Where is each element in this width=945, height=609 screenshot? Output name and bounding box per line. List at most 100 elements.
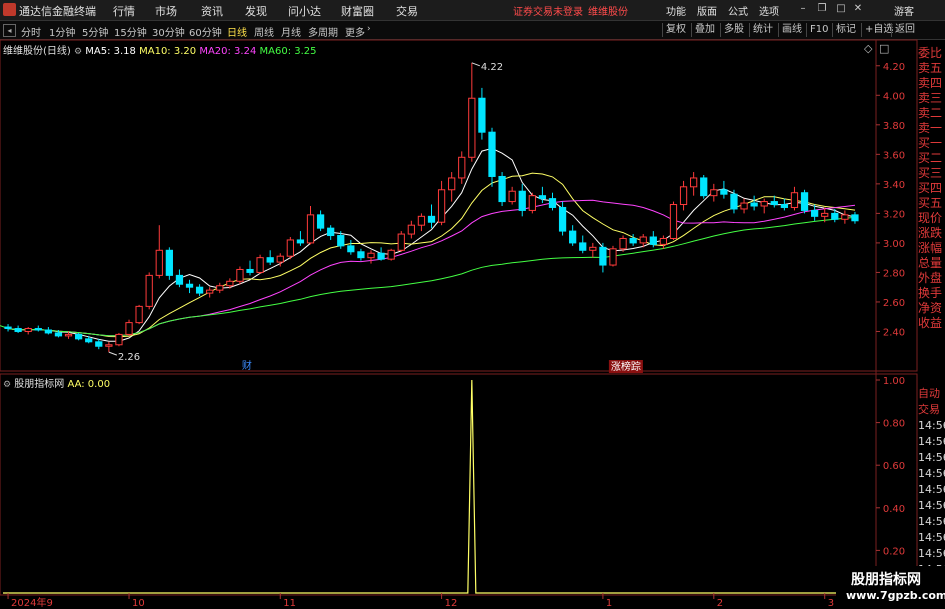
ma-lines <box>0 147 856 342</box>
y-tick-label: 3.80 <box>883 121 905 132</box>
indicator-toggle-icon[interactable]: ⚙ <box>3 380 11 390</box>
trade-time: 14:56 <box>918 435 945 448</box>
back-button[interactable]: 返回 <box>891 23 915 37</box>
maximize-icon[interactable]: □ <box>834 2 848 16</box>
quote-list: 委比 卖五 卖四 卖三 卖二 卖一 买一 买二 买三 买四 买五 现价 涨跌 涨… <box>918 46 945 331</box>
quote-item: 卖二 <box>918 106 943 120</box>
candle-body <box>85 338 93 343</box>
chart-settings-icon[interactable]: ◇ <box>864 42 872 55</box>
x-tick-label: 2 <box>717 598 723 609</box>
panel-close-icon[interactable]: □ <box>879 42 889 55</box>
menu-formula[interactable]: 公式 <box>728 3 748 18</box>
candle-body <box>760 201 768 207</box>
quote-item: 卖五 <box>918 61 943 75</box>
candle-body <box>74 333 83 340</box>
mark-button[interactable]: 标记 <box>832 23 856 37</box>
candle-body <box>357 251 365 259</box>
candles <box>4 62 859 353</box>
sub-panel-border <box>0 373 918 596</box>
candle-body <box>226 280 234 287</box>
sub-y-tick-label: 0.80 <box>883 419 905 430</box>
trade-time: 14:56 <box>918 451 945 464</box>
indicator-aa-label: AA: 0.00 <box>67 379 111 390</box>
quote-item: 卖三 <box>918 91 943 105</box>
menu-layout[interactable]: 版面 <box>697 3 717 18</box>
user-label[interactable]: 游客 <box>894 3 914 18</box>
tab-30min[interactable]: 30分钟 <box>152 24 185 39</box>
high-marker-line <box>471 62 481 67</box>
tab-60min[interactable]: 60分钟 <box>189 24 222 39</box>
quote-item: 净资 <box>918 301 943 315</box>
menu-function[interactable]: 功能 <box>666 3 686 18</box>
menu-market[interactable]: 市场 <box>155 3 177 19</box>
candle-body <box>750 202 758 207</box>
candle-body <box>579 242 587 251</box>
candle-body <box>589 246 597 251</box>
candle-body <box>44 329 52 334</box>
minimize-icon[interactable]: – <box>796 2 810 16</box>
draw-button[interactable]: 画线 <box>778 23 802 37</box>
trade-time: 14:56 <box>918 419 945 432</box>
stock-title: 维维股份(日线) <box>3 46 71 57</box>
candle-body <box>64 333 73 337</box>
more-chevron-icon[interactable]: › <box>367 24 371 34</box>
login-notice[interactable]: 证券交易未登录 <box>513 3 583 18</box>
x-tick-label: 3 <box>828 598 834 609</box>
finance-marker: 财 <box>242 359 252 372</box>
candle-body <box>518 190 526 211</box>
menu-wealth[interactable]: 财富圈 <box>341 3 374 19</box>
restore-icon[interactable]: ❐ <box>815 2 829 16</box>
quote-item: 买二 <box>918 151 943 165</box>
overlay-button[interactable]: 叠加 <box>691 23 715 37</box>
nav-prev-icon[interactable]: ◂ <box>3 24 16 37</box>
adjust-button[interactable]: 复权 <box>662 23 686 37</box>
candle-body <box>448 177 456 191</box>
candle-body <box>468 97 476 158</box>
sub-y-tick-label: 1.00 <box>883 376 905 387</box>
tab-daily[interactable]: 日线 <box>227 24 247 39</box>
tab-more[interactable]: 更多 <box>345 24 365 39</box>
menu-assistant[interactable]: 问小达 <box>288 3 321 19</box>
tab-multi-period[interactable]: 多周期 <box>308 24 338 39</box>
f10-button[interactable]: F10 <box>806 23 828 37</box>
x-tick-label: 2024年9 <box>11 596 53 609</box>
candle-body <box>34 328 42 331</box>
multi-stock-button[interactable]: 多股 <box>720 23 744 37</box>
candle-body <box>851 214 859 222</box>
candle-body <box>397 233 405 251</box>
y-tick-label: 2.40 <box>883 327 905 338</box>
tab-monthly[interactable]: 月线 <box>281 24 301 39</box>
legend-toggle-icon[interactable]: ⚙ <box>74 47 82 57</box>
tab-5min[interactable]: 5分钟 <box>82 24 108 39</box>
tab-1min[interactable]: 1分钟 <box>49 24 75 39</box>
watermark: 股朋指标网 www.7gpzb.com <box>836 566 945 609</box>
candle-body <box>690 177 698 188</box>
x-tick-label: 1 <box>606 598 612 609</box>
low-label: 2.26 <box>118 352 140 363</box>
y-tick-label: 3.60 <box>883 150 905 161</box>
tab-15min[interactable]: 15分钟 <box>114 24 147 39</box>
y-tick-label: 3.20 <box>883 209 905 220</box>
quote-item: 卖四 <box>918 76 943 90</box>
stats-button[interactable]: 统计 <box>749 23 773 37</box>
menu-news[interactable]: 资讯 <box>201 3 223 19</box>
tab-weekly[interactable]: 周线 <box>254 24 274 39</box>
close-icon[interactable]: ✕ <box>851 2 865 16</box>
add-favorite-button[interactable]: +自选 <box>861 23 893 37</box>
quote-item: 涨幅 <box>918 241 943 255</box>
tab-timeshare[interactable]: 分时 <box>21 24 41 39</box>
candle-body <box>558 206 567 232</box>
candle-body <box>316 214 325 229</box>
menu-quotes[interactable]: 行情 <box>113 3 135 19</box>
low-marker-line <box>108 351 118 356</box>
menu-trade[interactable]: 交易 <box>396 3 418 19</box>
kline-chart[interactable]: 4.20 4.00 3.80 3.60 3.40 3.20 3.00 2.80 2.60 2.40… <box>0 39 918 609</box>
menu-discover[interactable]: 发现 <box>245 3 267 19</box>
candle-body <box>720 189 728 195</box>
menu-options[interactable]: 选项 <box>759 3 779 18</box>
x-tick-label: 10 <box>132 598 145 609</box>
candle-body <box>831 212 839 220</box>
candle-body <box>498 175 506 203</box>
trade-header-auto: 自动 <box>918 387 940 400</box>
candle-body <box>286 239 294 257</box>
